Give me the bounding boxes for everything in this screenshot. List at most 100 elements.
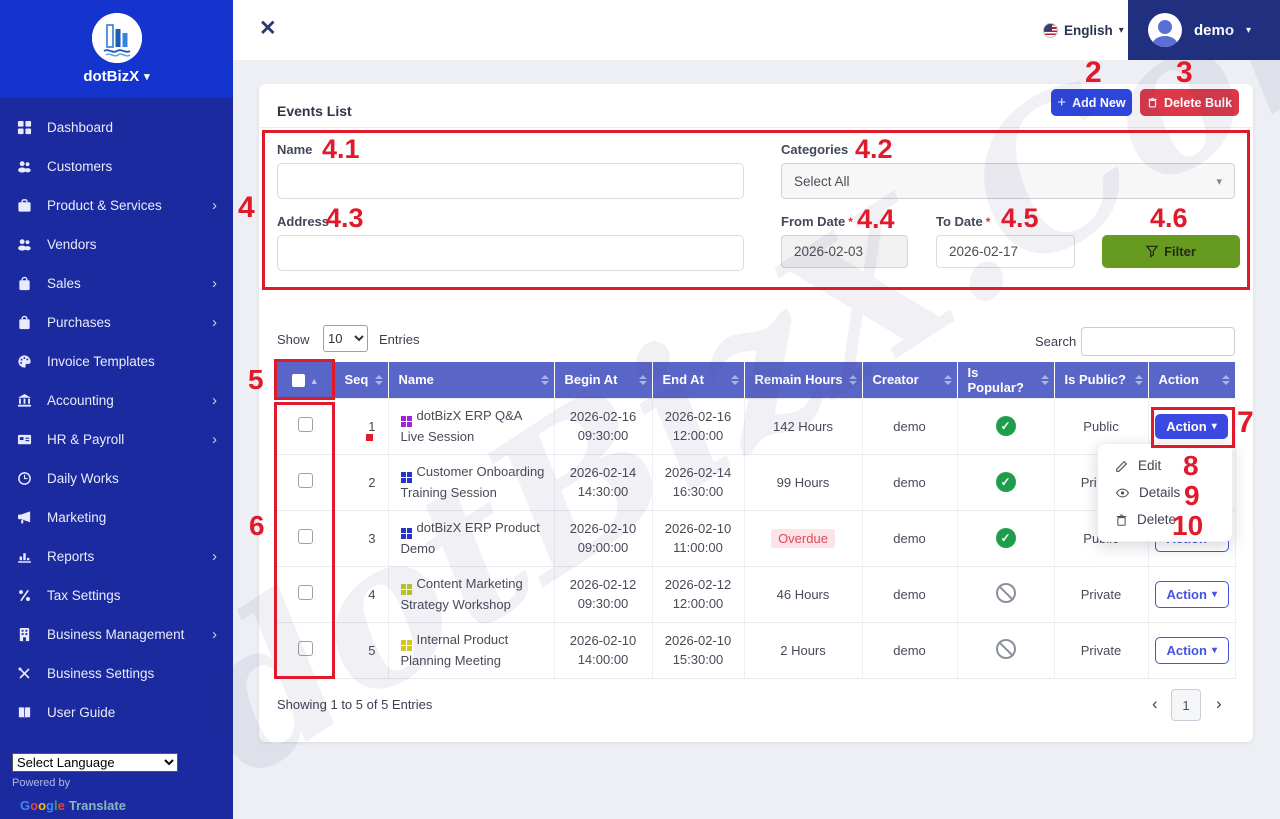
delete-bulk-button[interactable]: Delete Bulk <box>1140 89 1239 116</box>
bank-icon <box>16 393 33 408</box>
add-new-button[interactable]: + Add New <box>1051 89 1132 116</box>
from-date-input[interactable] <box>781 235 908 268</box>
megaphone-icon <box>16 510 33 525</box>
users-icon <box>16 237 33 252</box>
row-checkbox[interactable] <box>297 529 313 544</box>
creator-cell: demo <box>862 565 958 622</box>
sidebar-item-customers[interactable]: Customers <box>0 147 233 186</box>
action-menu-details[interactable]: Details <box>1098 479 1232 506</box>
creator-cell: demo <box>862 397 958 454</box>
sidebar-item-hr-payroll[interactable]: HR & Payroll › <box>0 420 233 459</box>
action-dropdown-button[interactable]: Action▾ <box>1154 580 1229 608</box>
briefcase-icon <box>16 198 33 213</box>
header-remain-hours[interactable]: Remain Hours <box>744 362 863 398</box>
remain-hours-cell: 99 Hours <box>744 453 863 510</box>
sort-icon[interactable] <box>848 374 857 385</box>
sort-icon[interactable] <box>638 374 647 385</box>
action-dropdown-button[interactable]: Action▾ <box>1155 413 1228 439</box>
select-all-header[interactable]: ▲ <box>277 362 335 398</box>
sidebar-item-invoice-templates[interactable]: Invoice Templates <box>0 342 233 381</box>
google-translate-logo[interactable]: Google Translate <box>12 798 178 813</box>
name-filter-label: Name <box>277 142 313 157</box>
chevron-right-icon: › <box>212 275 217 292</box>
trash-icon <box>1148 97 1157 108</box>
table-row: 4 Content Marketing Strategy Workshop 20… <box>277 565 1236 622</box>
chevron-down-icon: ▾ <box>1118 24 1124 36</box>
sidebar-item-user-guide[interactable]: User Guide <box>0 693 233 732</box>
sidebar-item-dashboard[interactable]: Dashboard <box>0 108 233 147</box>
sidebar-item-business-management[interactable]: Business Management › <box>0 615 233 654</box>
shopping-bag-icon <box>16 276 33 291</box>
table-header-row: ▲ Seq Name Begin At End At Remain Hours … <box>277 362 1236 398</box>
chevron-down-icon: ▾ <box>1246 24 1252 36</box>
sidebar-toggle-close-icon[interactable]: ✕ <box>259 16 277 41</box>
sidebar-item-marketing[interactable]: Marketing <box>0 498 233 537</box>
sidebar-item-daily-works[interactable]: Daily Works <box>0 459 233 498</box>
dotbizx-logo[interactable] <box>91 13 142 63</box>
row-checkbox[interactable] <box>297 417 313 432</box>
sidebar-item-reports[interactable]: Reports › <box>0 537 233 576</box>
sort-icon[interactable] <box>1040 374 1049 385</box>
sort-icon[interactable] <box>730 374 739 385</box>
header-end-at[interactable]: End At <box>652 362 745 398</box>
action-menu-delete[interactable]: Delete <box>1098 506 1232 533</box>
filter-button[interactable]: Filter <box>1102 235 1240 268</box>
page-size-select[interactable]: 10 <box>323 325 368 352</box>
chevron-right-icon: › <box>212 314 217 331</box>
chevron-right-icon: › <box>212 392 217 409</box>
sidebar-item-purchases[interactable]: Purchases › <box>0 303 233 342</box>
sort-icon[interactable] <box>943 374 952 385</box>
search-input[interactable] <box>1081 327 1235 356</box>
popular-check-icon: ✓ <box>995 416 1016 436</box>
pagination-next[interactable]: › <box>1216 694 1222 714</box>
sidebar-item-sales[interactable]: Sales › <box>0 264 233 303</box>
action-dropdown-menu: Edit Details Delete <box>1097 443 1233 542</box>
sidebar-item-label: Reports <box>47 549 95 564</box>
header-seq[interactable]: Seq <box>334 362 389 398</box>
header-action[interactable]: Action <box>1148 362 1236 398</box>
name-filter-input[interactable] <box>277 163 744 199</box>
address-filter-input[interactable] <box>277 235 744 271</box>
user-menu[interactable]: demo ▾ <box>1128 0 1280 60</box>
sort-icon[interactable] <box>374 374 383 385</box>
caret-down-icon: ▾ <box>1211 644 1217 656</box>
sidebar-item-vendors[interactable]: Vendors <box>0 225 233 264</box>
brand-switcher[interactable]: dotBizX ▾ <box>83 68 149 85</box>
sidebar-item-label: Dashboard <box>47 120 114 135</box>
end-at-cell: 2026-02-10 11:00:00 <box>652 509 745 566</box>
header-is-popular[interactable]: Is Popular? <box>957 362 1055 398</box>
annotation-4: 4 <box>238 191 255 224</box>
sidebar-item-product-services[interactable]: Product & Services › <box>0 186 233 225</box>
sidebar-item-business-settings[interactable]: Business Settings <box>0 654 233 693</box>
to-date-input[interactable] <box>936 235 1075 268</box>
categories-select[interactable]: Select All ▾ <box>781 163 1235 199</box>
header-creator[interactable]: Creator <box>862 362 958 398</box>
action-menu-edit[interactable]: Edit <box>1098 452 1232 479</box>
from-date-label: From Date * <box>781 214 853 229</box>
header-is-public[interactable]: Is Public? <box>1054 362 1149 398</box>
remain-hours-cell: Overdue <box>744 509 863 566</box>
pagination-page-1[interactable]: 1 <box>1171 689 1201 721</box>
row-checkbox[interactable] <box>297 585 313 600</box>
sort-icon[interactable] <box>540 374 549 385</box>
select-all-checkbox[interactable] <box>291 374 305 388</box>
begin-at-cell: 2026-02-10 09:00:00 <box>554 509 653 566</box>
not-popular-icon <box>995 582 1016 603</box>
action-dropdown-button[interactable]: Action▾ <box>1154 636 1229 664</box>
action-cell: Action▾ <box>1148 565 1236 622</box>
sort-icon[interactable] <box>1221 374 1230 385</box>
sidebar-footer: Select Language Powered by Google Transla… <box>12 753 178 813</box>
pagination-prev[interactable]: ‹ <box>1152 694 1158 714</box>
chevron-down-icon: ▾ <box>144 71 150 83</box>
sidebar-item-accounting[interactable]: Accounting › <box>0 381 233 420</box>
header-name[interactable]: Name <box>388 362 555 398</box>
header-begin-at[interactable]: Begin At <box>554 362 653 398</box>
language-switcher[interactable]: English ▾ <box>1043 0 1124 60</box>
sidebar-item-tax-settings[interactable]: Tax Settings <box>0 576 233 615</box>
row-checkbox[interactable] <box>297 641 313 656</box>
sort-icon[interactable] <box>1134 374 1143 385</box>
language-select[interactable]: Select Language <box>12 753 178 772</box>
row-checkbox[interactable] <box>297 473 313 488</box>
sidebar-item-label: Accounting <box>47 393 114 408</box>
event-name-cell: Content Marketing Strategy Workshop <box>388 565 555 622</box>
